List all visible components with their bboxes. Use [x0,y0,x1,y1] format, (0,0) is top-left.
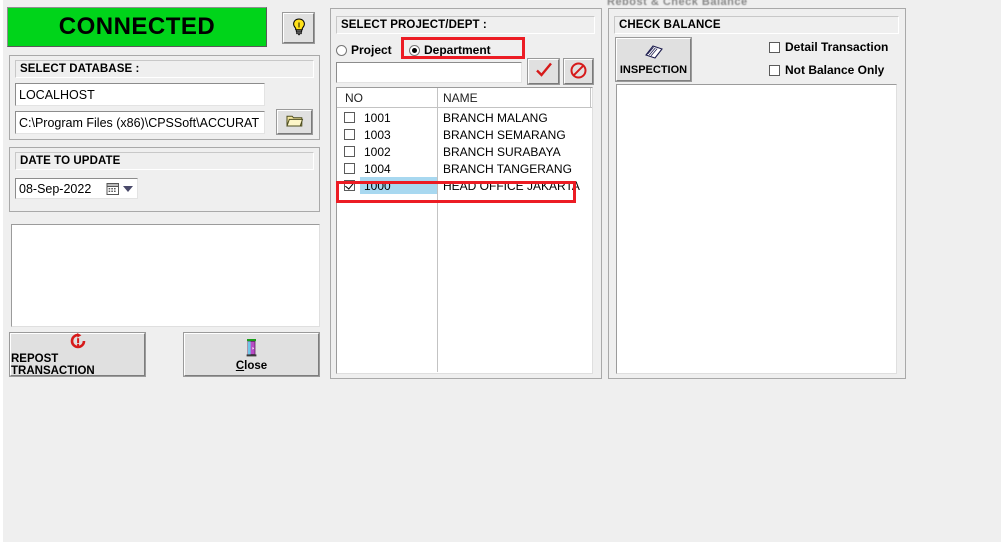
red-checkmark-icon [535,62,553,81]
red-prohibited-icon [570,62,587,82]
row-name: BRANCH MALANG [443,110,548,125]
table-row[interactable]: 1002 BRANCH SURABAYA [337,143,592,160]
inspection-button[interactable]: INSPECTION [616,38,691,81]
row-checkbox[interactable] [344,146,355,157]
column-header-no: NO [345,91,363,105]
date-to-update-title: DATE TO UPDATE [15,152,314,170]
check-balance-title: CHECK BALANCE [614,16,899,34]
department-list-container[interactable]: NO NAME 1001 BRANCH MALANG 1003 BRANCH S… [336,87,593,374]
check-balance-grid-container[interactable]: No. Name Status [616,84,897,374]
row-no: 1003 [364,127,391,142]
accept-filter-button[interactable] [527,58,560,85]
window-title-cutoff: Repost & Check Balance [607,0,807,5]
lightbulb-hint-button[interactable] [282,12,315,44]
table-row[interactable]: 1003 BRANCH SEMARANG [337,126,592,143]
table-row[interactable]: 1001 BRANCH MALANG [337,109,592,126]
row-checkbox[interactable] [344,112,355,123]
chevron-down-icon[interactable] [123,186,133,192]
select-project-dept-title: SELECT PROJECT/DEPT : [336,16,595,34]
red-refresh-icon [69,332,87,350]
open-folder-icon [285,113,304,131]
table-row-selected[interactable]: 1000 HEAD OFFICE JAKARTA [337,177,592,194]
detail-transaction-checkbox-row[interactable]: Detail Transaction [769,40,888,54]
repost-transaction-button[interactable]: REPOST TRANSACTION [9,332,146,377]
close-button[interactable]: Close [183,332,320,377]
not-balance-only-checkbox[interactable] [769,64,780,76]
close-label: Close [235,359,268,372]
connection-status-banner: CONNECTED [7,7,267,47]
radio-project-label: Project [351,43,392,57]
row-checkbox[interactable] [344,129,355,140]
exit-door-icon [243,338,261,358]
column-header-name: NAME [443,91,478,105]
calendar-icon[interactable] [106,182,120,198]
row-name: BRANCH SURABAYA [443,144,561,159]
project-dept-search-input[interactable] [336,62,522,83]
table-row[interactable]: 1004 BRANCH TANGERANG [337,160,592,177]
radio-department-label: Department [424,43,491,57]
date-to-update-input[interactable]: 08-Sep-2022 [15,178,138,199]
row-name: BRANCH TANGERANG [443,161,572,176]
row-no: 1004 [364,161,391,176]
radio-project[interactable]: Project [336,43,392,57]
column-divider-right [590,88,591,107]
book-inspection-icon [644,44,664,60]
row-no: 1000 [364,178,391,193]
database-server-input[interactable]: LOCALHOST [15,83,265,106]
lightbulb-icon [291,17,307,39]
log-output-area [11,224,320,327]
row-checkbox[interactable] [344,163,355,174]
date-value-text: 08-Sep-2022 [19,181,92,196]
close-label-rest: lose [244,359,268,372]
browse-database-button[interactable] [276,109,313,135]
row-name: HEAD OFFICE JAKARTA [443,178,580,193]
radio-department-indicator [409,44,420,56]
cancel-filter-button[interactable] [563,58,594,85]
department-list-header: NO NAME [337,88,592,108]
not-balance-only-checkbox-row[interactable]: Not Balance Only [769,63,884,77]
select-database-title: SELECT DATABASE : [15,60,314,78]
row-checkbox[interactable] [344,180,355,191]
row-name: BRANCH SEMARANG [443,127,566,142]
row-no: 1002 [364,144,391,159]
not-balance-only-label: Not Balance Only [785,63,885,77]
row-no: 1001 [364,110,391,125]
repost-transaction-label: REPOST TRANSACTION [11,353,95,377]
detail-transaction-label: Detail Transaction [785,40,889,54]
inspection-label: INSPECTION [619,63,688,76]
radio-department[interactable]: Department [409,43,491,57]
radio-project-indicator [336,44,347,56]
detail-transaction-checkbox[interactable] [769,41,780,53]
database-path-input[interactable]: C:\Program Files (x86)\CPSSoft\ACCURAT [15,111,265,134]
